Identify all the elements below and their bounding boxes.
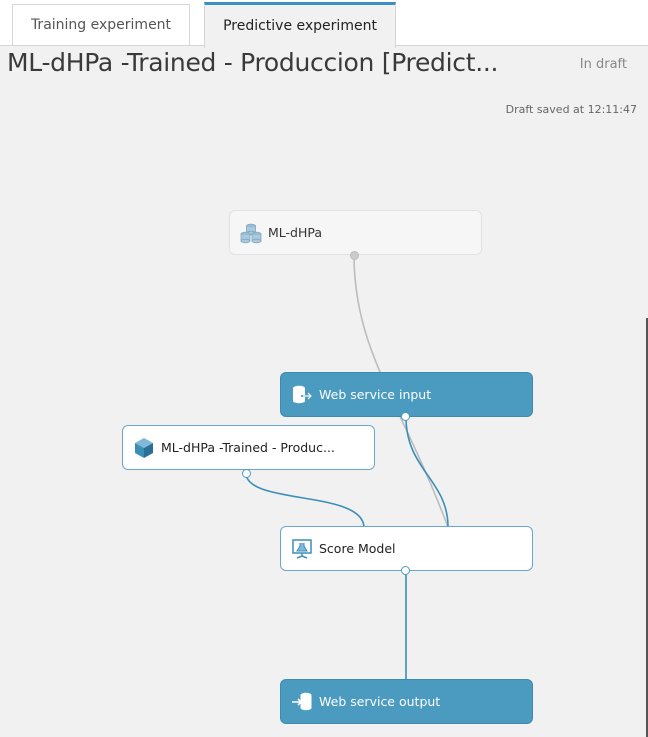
connector-input-to-score: [405, 416, 449, 528]
output-port[interactable]: [401, 566, 410, 575]
output-port[interactable]: [242, 469, 251, 478]
output-port[interactable]: [401, 412, 410, 421]
web-service-output-icon: [291, 691, 313, 713]
experiment-title[interactable]: ML-dHPa -Trained - Produccion [Predict..…: [7, 48, 507, 77]
module-label: Web service output: [319, 694, 441, 709]
dataset-icon: [240, 222, 262, 244]
connector-model-to-score: [245, 472, 365, 528]
module-dataset[interactable]: ML-dHPa: [229, 210, 482, 255]
tab-bar: Training experiment Predictive experimen…: [0, 0, 648, 48]
tab-predictive-experiment[interactable]: Predictive experiment: [204, 2, 396, 48]
output-port[interactable]: [350, 251, 359, 260]
experiment-status: In draft: [579, 57, 627, 72]
module-trained-model[interactable]: ML-dHPa -Trained - Produc...: [122, 425, 375, 470]
tab-training-experiment[interactable]: Training experiment: [12, 4, 190, 45]
module-label: Score Model: [319, 541, 396, 556]
module-label: ML-dHPa -Trained - Produc...: [161, 440, 335, 455]
score-model-icon: [291, 538, 313, 560]
module-web-service-output[interactable]: Web service output: [280, 679, 533, 724]
web-service-input-icon: [291, 384, 313, 406]
module-label: ML-dHPa: [268, 225, 323, 240]
trained-model-icon: [133, 437, 155, 459]
module-label: Web service input: [319, 387, 432, 402]
module-score-model[interactable]: Score Model: [280, 526, 533, 571]
draft-saved-timestamp: Draft saved at 12:11:47: [505, 103, 637, 116]
module-web-service-input[interactable]: Web service input: [280, 372, 533, 417]
